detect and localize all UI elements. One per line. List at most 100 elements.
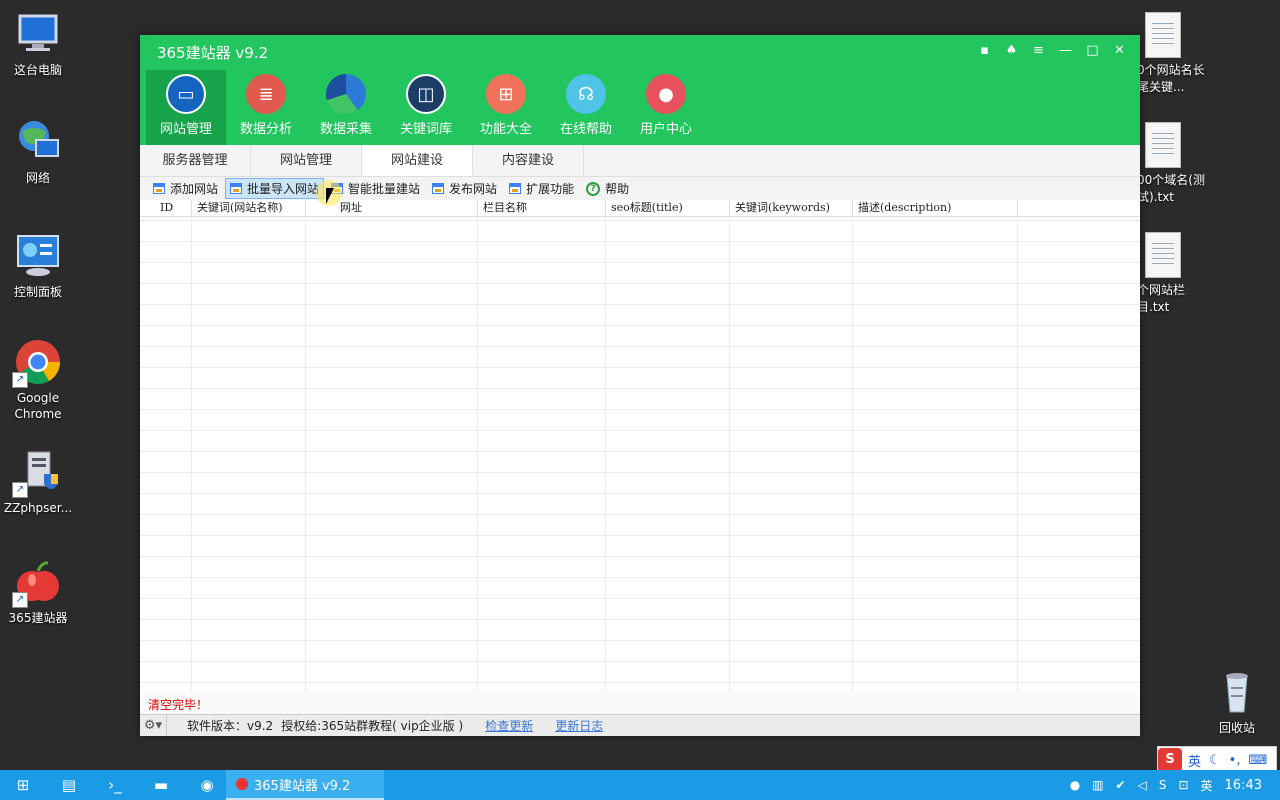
tab-content-building[interactable]: 内容建设 — [473, 145, 584, 176]
settings-gear-icon[interactable]: ⚙▾ — [140, 715, 167, 736]
column-header-keywords[interactable]: 关键词(keywords) — [730, 200, 853, 216]
nav-keyword-library[interactable]: ◫ 关键词库 — [386, 70, 466, 145]
chrome-taskbar-icon[interactable]: ◉ — [184, 770, 230, 800]
batch-import-sites-button[interactable]: 批量导入网站 — [225, 178, 325, 199]
toolbar-label: 批量导入网站 — [247, 182, 320, 196]
network-globe-icon — [14, 118, 62, 166]
sogou-logo-icon: S — [1158, 748, 1182, 772]
menu-dropdown-icon[interactable]: ≡ — [1028, 40, 1049, 61]
powershell-icon[interactable]: ›_ — [92, 770, 138, 800]
desktop-icon-label: ZZphpser... — [3, 501, 73, 515]
desktop-file-label: 0个网站名长尾关键... — [1137, 63, 1205, 94]
server-manager-icon[interactable]: ▤ — [46, 770, 92, 800]
desktop-icon-this-pc[interactable]: 这台电脑 — [0, 10, 76, 78]
nav-data-collection[interactable]: 数据采集 — [306, 70, 386, 145]
window-controls: ▪ ♠ ≡ — □ ✕ — [974, 40, 1130, 61]
sogou-tray-icon[interactable]: S — [1159, 778, 1167, 792]
app-window: 365建站器 v9.2 ▪ ♠ ≡ — □ ✕ ▭ 网站管理 ≣ 数据分析 数据… — [140, 35, 1140, 736]
nav-site-management[interactable]: ▭ 网站管理 — [146, 70, 226, 145]
column-header-id[interactable]: ID — [140, 200, 192, 216]
taskbar-app-label: 365建站器 v9.2 — [254, 778, 351, 794]
check-update-link[interactable]: 检查更新 — [485, 717, 533, 734]
maximize-button[interactable]: □ — [1082, 40, 1103, 61]
database-icon: ≣ — [246, 74, 286, 114]
server-tray-icon[interactable]: ▥ — [1092, 778, 1103, 792]
user-icon: ● — [646, 74, 686, 114]
toolbar: 添加网站 批量导入网站 智能批量建站 发布网站 扩展功能 ? 帮助 — [140, 177, 1140, 200]
status-bar: ⚙▾ 软件版本：v9.2 授权给:365站群教程( vip企业版 ) 检查更新 … — [140, 714, 1140, 736]
window-icon — [153, 183, 165, 194]
help-icon: ? — [586, 181, 601, 196]
desktop-icon-label: 回收站 — [1218, 721, 1255, 735]
tab-site-management[interactable]: 网站管理 — [251, 145, 362, 176]
status-message: 清空完毕！ — [148, 698, 209, 712]
nav-label: 用户中心 — [639, 122, 692, 137]
shortcut-arrow-icon: ↗ — [12, 592, 28, 608]
shortcut-arrow-icon: ↗ — [12, 372, 28, 388]
start-button[interactable]: ⊞ — [0, 770, 46, 800]
volume-icon[interactable]: ◁ — [1138, 778, 1147, 792]
skin-icon[interactable]: ♠ — [1001, 40, 1022, 61]
message-icon[interactable]: ▪ — [974, 40, 995, 61]
desktop-icon-control-panel[interactable]: 控制面板 — [0, 232, 76, 300]
publish-site-button[interactable]: 发布网站 — [427, 178, 502, 199]
nav-label: 关键词库 — [399, 122, 452, 137]
desktop-icon-network[interactable]: 网络 — [0, 118, 76, 186]
clock[interactable]: 16:43 — [1225, 778, 1262, 793]
grid-icon: ⊞ — [486, 74, 526, 114]
nav-online-help[interactable]: ☊ 在线帮助 — [546, 70, 626, 145]
server-shield-icon: ↗ — [12, 448, 62, 498]
title-bar: 365建站器 v9.2 ▪ ♠ ≡ — □ ✕ ▭ 网站管理 ≣ 数据分析 数据… — [140, 35, 1140, 145]
column-header-category[interactable]: 栏目名称 — [478, 200, 606, 216]
close-button[interactable]: ✕ — [1109, 40, 1130, 61]
taskbar-app-365[interactable]: 365建站器 v9.2 — [226, 770, 384, 800]
nav-data-analysis[interactable]: ≣ 数据分析 — [226, 70, 306, 145]
column-header-description[interactable]: 描述(description) — [853, 200, 1018, 216]
desktop-icon-zzphpserver[interactable]: ↗ ZZphpser... — [0, 448, 76, 516]
desktop-file-domains[interactable]: 00个域名(测试).txt — [1137, 122, 1207, 206]
nav-all-features[interactable]: ⊞ 功能大全 — [466, 70, 546, 145]
license-text: 授权给:365站群教程( vip企业版 ) — [281, 719, 464, 733]
desktop-file-label: 00个域名(测试).txt — [1137, 173, 1205, 204]
file-explorer-icon[interactable]: ▬ — [138, 770, 184, 800]
shield-tray-icon[interactable]: ✔ — [1116, 778, 1126, 792]
tab-bar: 服务器管理 网站管理 网站建设 内容建设 — [140, 145, 1140, 177]
desktop-icon-label: 这台电脑 — [13, 63, 62, 77]
nav-user-center[interactable]: ● 用户中心 — [626, 70, 706, 145]
monitor-icon — [14, 10, 62, 58]
desktop-file-keywords[interactable]: 0个网站名长尾关键... — [1137, 12, 1207, 96]
toolbar-label: 发布网站 — [449, 182, 498, 196]
tab-site-building[interactable]: 网站建设 — [362, 145, 473, 176]
chrome-icon: ↗ — [12, 338, 62, 388]
add-site-button[interactable]: 添加网站 — [148, 178, 223, 199]
version-text: 软件版本：v9.2 — [187, 719, 274, 733]
nav-label: 网站管理 — [159, 122, 212, 137]
sites-grid[interactable]: ID 关键词(网站名称) 网址 栏目名称 seo标题(title) 关键词(ke… — [140, 200, 1140, 691]
headset-icon: ☊ — [566, 74, 606, 114]
changelog-link[interactable]: 更新日志 — [555, 717, 603, 734]
desktop-icon-recycle-bin[interactable]: 回收站 — [1199, 668, 1275, 736]
control-panel-icon — [14, 232, 62, 280]
minimize-button[interactable]: — — [1055, 40, 1076, 61]
moon-icon[interactable]: ☾ — [1209, 753, 1221, 768]
desktop-file-columns[interactable]: 个网站栏目.txt — [1137, 232, 1207, 316]
help-button[interactable]: ? 帮助 — [581, 178, 634, 199]
toolbar-label: 智能批量建站 — [348, 182, 421, 196]
desktop-icon-chrome[interactable]: ↗ Google Chrome — [0, 338, 76, 422]
grid-body — [140, 217, 1018, 691]
column-header-keyword[interactable]: 关键词(网站名称) — [192, 200, 306, 216]
ime-language[interactable]: 英 — [1188, 751, 1201, 770]
extensions-button[interactable]: 扩展功能 — [504, 178, 579, 199]
network-tray-icon[interactable]: ⊡ — [1178, 778, 1188, 792]
punctuation-icon[interactable]: •, — [1229, 753, 1241, 768]
tray-language[interactable]: 英 — [1201, 777, 1213, 794]
column-header-seo-title[interactable]: seo标题(title) — [606, 200, 730, 216]
apple-icon — [236, 778, 248, 790]
desktop-icon-365[interactable]: ↗ 365建站器 — [0, 558, 76, 626]
window-icon — [230, 183, 243, 194]
keyboard-icon[interactable]: ⌨ — [1248, 753, 1267, 768]
tab-server-management[interactable]: 服务器管理 — [140, 145, 251, 176]
desktop-icon-label: 365建站器 — [8, 611, 68, 625]
text-file-icon — [1145, 122, 1181, 168]
apple-tray-icon[interactable]: ● — [1070, 778, 1080, 792]
